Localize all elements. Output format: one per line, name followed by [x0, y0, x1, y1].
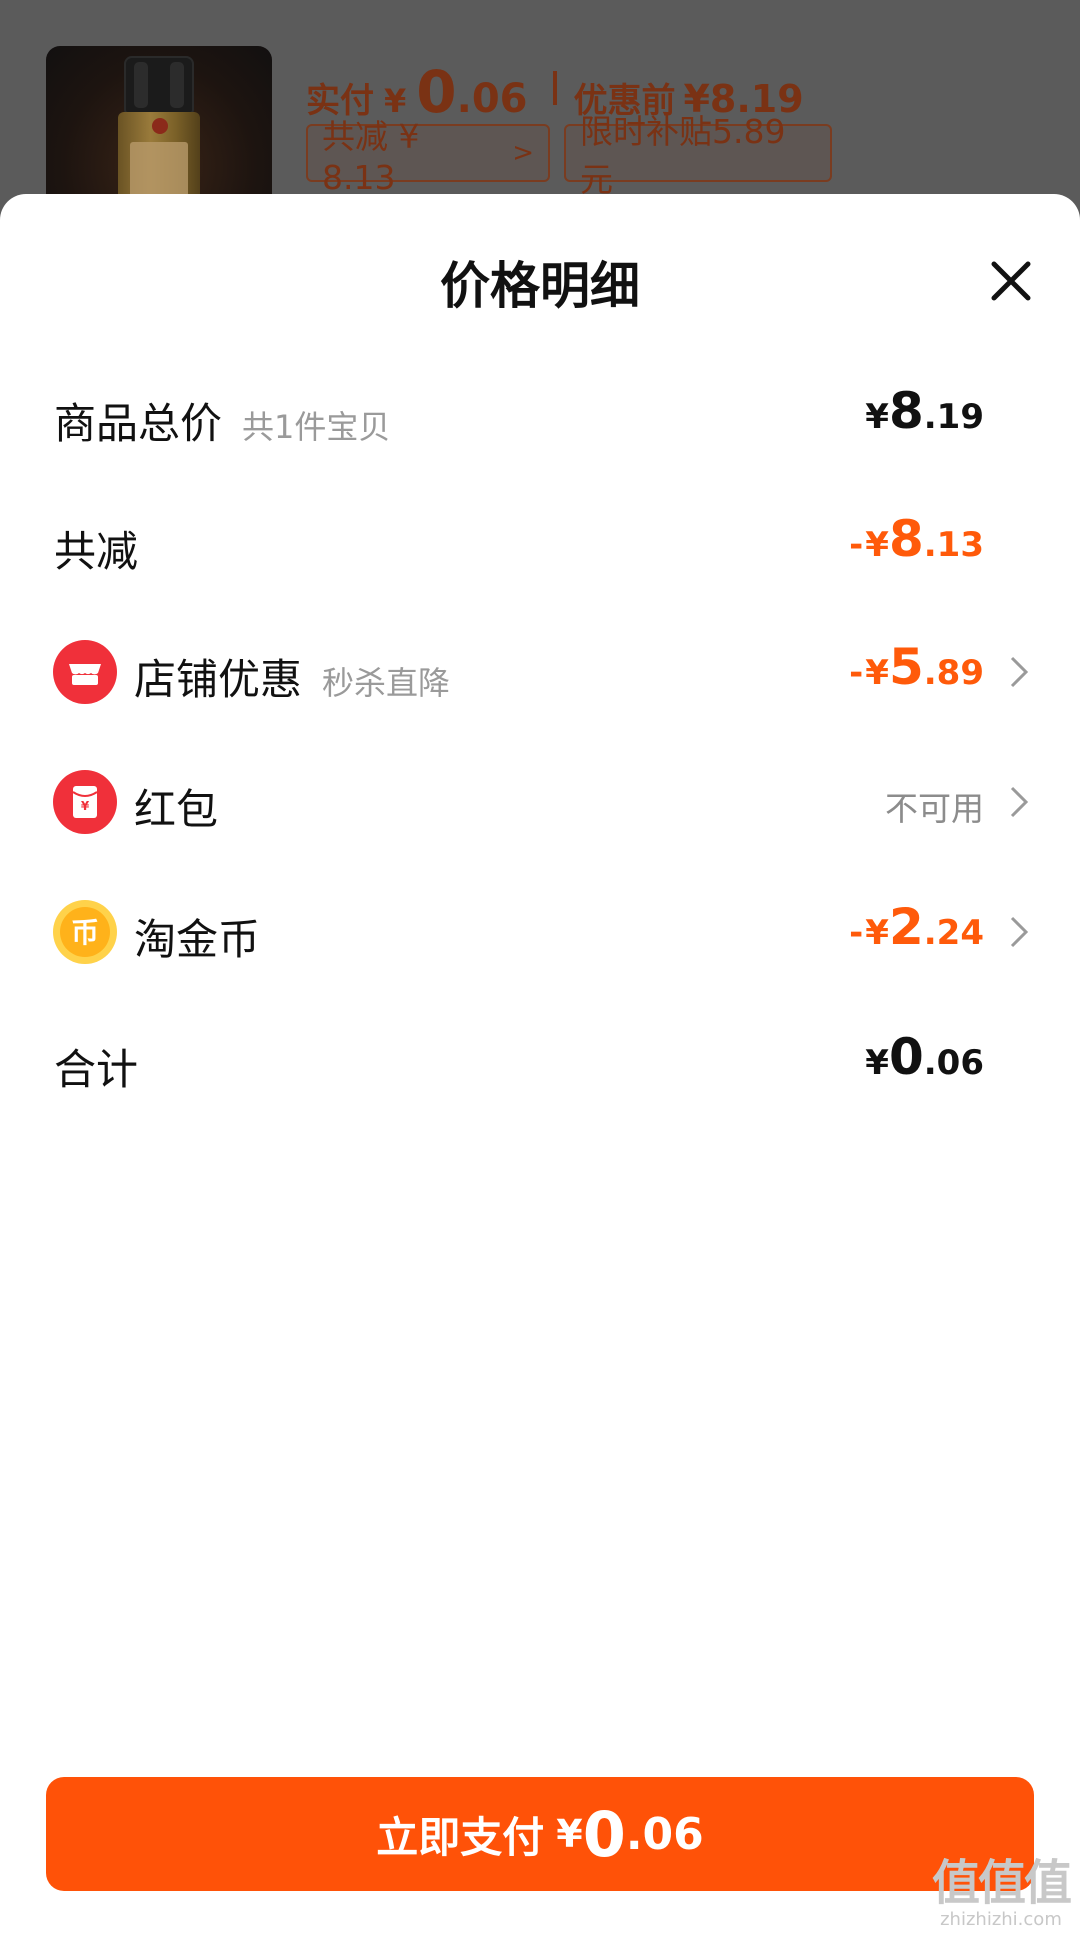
subsidy-text: 限时补贴5.89元: [580, 112, 786, 199]
minus-sign: -: [849, 653, 864, 693]
row-store-discount[interactable]: 店铺优惠 秒杀直降 - ¥ 5 .89: [0, 618, 1080, 718]
watermark-domain: zhizhizhi.com: [940, 1909, 1062, 1930]
value-dec: .24: [923, 913, 984, 953]
red-envelope-status: 不可用: [885, 789, 984, 828]
pay-now-button[interactable]: 立即支付 ¥ 0 .06: [46, 1777, 1034, 1891]
value-dec: .19: [923, 397, 984, 437]
sheet-title: 价格明细: [440, 257, 640, 315]
value-dec: .89: [923, 653, 984, 693]
row-sublabel: 共1件宝贝: [242, 408, 391, 446]
total-reduction-tag[interactable]: 共减 ¥ 8.13 >: [306, 117, 550, 197]
goods-total-value: ¥ 8 .19: [865, 382, 984, 440]
chevron-right-icon: [1010, 656, 1029, 688]
row-goods-total: 商品总价 共1件宝贝 ¥ 8 .19: [0, 362, 1080, 462]
price-detail-sheet: 价格明细 商品总价 共1件宝贝 ¥ 8 .19 共减 - ¥ 8 .13 店铺优…: [0, 194, 1080, 1935]
svg-text:币: 币: [71, 916, 99, 949]
currency-symbol: ¥: [865, 913, 889, 953]
chevron-right-icon: [1010, 916, 1029, 948]
store-discount-value: - ¥ 5 .89: [849, 638, 984, 696]
row-label: 共减: [54, 527, 139, 576]
currency-symbol: ¥: [865, 653, 889, 693]
value-int: 0: [888, 1028, 924, 1086]
pay-button-int: 0: [582, 1797, 626, 1871]
chevron-right-icon: >: [512, 138, 534, 168]
close-button[interactable]: [984, 254, 1038, 308]
pay-button-label: 立即支付: [376, 1812, 545, 1862]
currency-symbol: ¥: [865, 1043, 889, 1083]
gold-coin-icon: 币: [53, 900, 117, 964]
value-dec: .06: [923, 1043, 984, 1083]
red-envelope-icon: ¥: [53, 770, 117, 834]
row-red-envelope[interactable]: ¥ 红包 不可用: [0, 748, 1080, 848]
value-int: 8: [888, 510, 924, 568]
row-label: 商品总价: [54, 399, 223, 448]
watermark: 值值值 zhizhizhi.com: [931, 1855, 1072, 1930]
divider: [553, 71, 558, 105]
value-int: 5: [888, 638, 924, 696]
row-gold-coin[interactable]: 币 淘金币 - ¥ 2 .24: [0, 878, 1080, 978]
minus-sign: -: [849, 525, 864, 565]
minus-sign: -: [849, 913, 864, 953]
subsidy-tag: 限时补贴5.89元: [564, 112, 832, 199]
currency-symbol: ¥: [865, 525, 889, 565]
close-icon: [991, 261, 1031, 301]
total-reduction-text: 共减 ¥ 8.13: [322, 116, 420, 197]
svg-text:¥: ¥: [81, 799, 90, 813]
row-label: 店铺优惠: [134, 655, 303, 704]
chevron-right-icon: [1010, 786, 1029, 818]
row-label: 红包: [134, 785, 219, 834]
value-int: 2: [888, 898, 924, 956]
total-reduction-value: - ¥ 8 .13: [849, 510, 984, 568]
row-label: 合计: [54, 1045, 139, 1094]
store-icon: [53, 640, 117, 704]
currency-symbol: ¥: [865, 397, 889, 437]
gold-coin-value: - ¥ 2 .24: [849, 898, 984, 956]
value-int: 8: [888, 382, 924, 440]
grand-total-value: ¥ 0 .06: [865, 1028, 984, 1086]
watermark-logo: 值值值: [931, 1855, 1072, 1911]
pay-button-currency: ¥: [556, 1812, 583, 1856]
pay-button-dec: .06: [625, 1808, 704, 1860]
row-sublabel: 秒杀直降: [322, 664, 451, 702]
value-dec: .13: [923, 525, 984, 565]
row-total-reduction: 共减 - ¥ 8 .13: [0, 490, 1080, 590]
row-grand-total: 合计 ¥ 0 .06: [0, 1008, 1080, 1108]
row-label: 淘金币: [134, 915, 261, 964]
